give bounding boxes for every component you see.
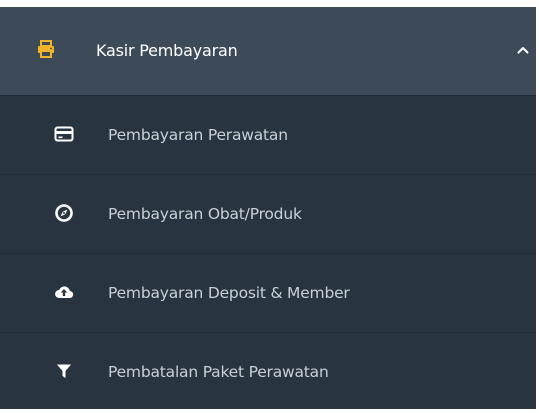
menu-item-pembayaran-deposit-member[interactable]: Pembayaran Deposit & Member	[0, 253, 536, 334]
menu-item-pembatalan-paket-perawatan[interactable]: Pembatalan Paket Perawatan	[0, 332, 536, 413]
chevron-up-icon[interactable]	[517, 46, 529, 54]
menu-item-label: Pembatalan Paket Perawatan	[108, 363, 329, 381]
menu-item-label: Pembayaran Obat/Produk	[108, 205, 302, 223]
menu-group-label: Kasir Pembayaran	[96, 41, 238, 60]
cloud-upload-icon	[55, 286, 74, 299]
submenu: Pembayaran Perawatan Pembayaran Obat/Pro…	[0, 95, 536, 409]
sidebar-menu: Kasir Pembayaran Pembayaran Perawatan Pe…	[0, 7, 536, 409]
credit-card-icon	[54, 126, 74, 142]
compass-icon	[55, 204, 73, 222]
filter-icon	[57, 364, 71, 378]
printer-icon	[38, 40, 54, 58]
menu-item-label: Pembayaran Perawatan	[108, 126, 288, 144]
menu-item-pembayaran-obat-produk[interactable]: Pembayaran Obat/Produk	[0, 174, 536, 255]
menu-item-pembayaran-perawatan[interactable]: Pembayaran Perawatan	[0, 95, 536, 176]
menu-item-label: Pembayaran Deposit & Member	[108, 284, 350, 302]
menu-group-kasir-pembayaran[interactable]: Kasir Pembayaran	[0, 7, 536, 95]
